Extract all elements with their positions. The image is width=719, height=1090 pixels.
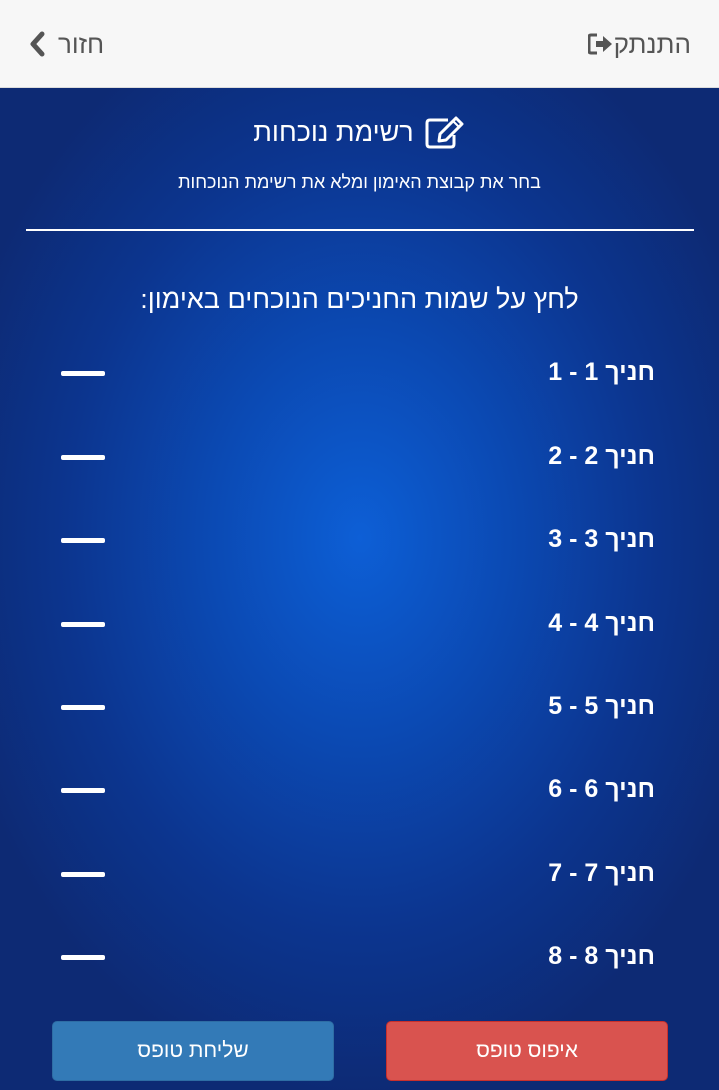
divider	[26, 229, 694, 231]
trainee-item[interactable]: חניך 7 - 7	[0, 845, 719, 905]
trainee-name: חניך 1 - 1	[548, 358, 655, 386]
send-form-button[interactable]: שליחת טופס	[52, 1021, 334, 1081]
edit-icon	[424, 115, 466, 149]
trainee-name: חניך 3 - 3	[548, 525, 655, 553]
trainee-name: חניך 6 - 6	[548, 775, 655, 803]
trainee-item[interactable]: חניך 8 - 8	[0, 928, 719, 988]
back-button[interactable]: חזור	[28, 26, 104, 62]
unchecked-mark-icon	[61, 788, 105, 793]
unchecked-mark-icon	[61, 872, 105, 877]
page-title-text: רשימת נוכחות	[253, 116, 414, 147]
trainee-name: חניך 8 - 8	[548, 942, 655, 970]
trainee-name: חניך 7 - 7	[548, 859, 655, 887]
unchecked-mark-icon	[61, 622, 105, 627]
logout-button[interactable]: התנתק	[580, 26, 691, 62]
unchecked-mark-icon	[61, 371, 105, 376]
unchecked-mark-icon	[61, 538, 105, 543]
trainee-item[interactable]: חניך 3 - 3	[0, 511, 719, 571]
instruction-text: לחץ על שמות החניכים הנוכחים באימון:	[140, 284, 579, 314]
logout-label: התנתק	[613, 28, 691, 59]
trainee-item[interactable]: חניך 6 - 6	[0, 761, 719, 821]
trainee-name: חניך 2 - 2	[548, 442, 655, 470]
reset-form-button[interactable]: איפוס טופס	[386, 1021, 668, 1081]
chevron-left-icon	[28, 31, 46, 57]
sign-out-icon	[587, 33, 614, 55]
unchecked-mark-icon	[61, 705, 105, 710]
unchecked-mark-icon	[61, 455, 105, 460]
attendance-panel: רשימת נוכחות בחר את קבוצת האימון ומלא את…	[0, 88, 719, 1090]
top-bar: התנתק חזור	[0, 0, 719, 88]
unchecked-mark-icon	[61, 955, 105, 960]
trainee-item[interactable]: חניך 5 - 5	[0, 678, 719, 738]
page-subtitle: בחר את קבוצת האימון ומלא את רשימת הנוכחו…	[178, 172, 541, 192]
page-title: רשימת נוכחות	[0, 108, 719, 156]
trainee-item[interactable]: חניך 1 - 1	[0, 344, 719, 404]
trainee-name: חניך 5 - 5	[548, 692, 655, 720]
trainee-item[interactable]: חניך 2 - 2	[0, 428, 719, 488]
trainee-item[interactable]: חניך 4 - 4	[0, 595, 719, 655]
back-label: חזור	[58, 28, 105, 59]
trainee-name: חניך 4 - 4	[548, 609, 655, 637]
